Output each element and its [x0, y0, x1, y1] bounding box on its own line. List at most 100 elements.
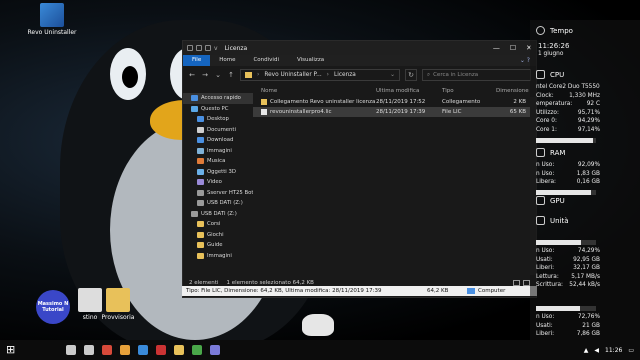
file-explorer-icon[interactable] — [174, 345, 184, 355]
star-icon — [191, 95, 198, 102]
maximize-button[interactable]: ☐ — [510, 44, 516, 52]
tab-view[interactable]: Visualizza — [288, 55, 333, 66]
column-type[interactable]: Tipo — [442, 88, 496, 94]
channel-badge: Massimo N Tutorial — [36, 290, 70, 324]
start-button[interactable]: ⊞ — [6, 344, 18, 355]
app-icon-6[interactable] — [210, 345, 220, 355]
breadcrumb-item[interactable]: Licenza — [334, 72, 356, 78]
stat-label: Core 0: — [536, 118, 557, 124]
file-row[interactable]: Collegamento Revo uninstaller licenza 28/… — [253, 97, 536, 107]
notifications-icon[interactable]: ▭ — [628, 347, 634, 354]
shortcut-icon — [261, 99, 267, 105]
folder-icon — [197, 231, 204, 238]
stat-row: n Uso: 74,29% — [536, 248, 600, 254]
network-icon[interactable]: ▲ — [584, 347, 589, 354]
nav-item[interactable]: Sserver HT25 Bot — [183, 188, 253, 199]
column-size[interactable]: Dimensione — [496, 88, 529, 94]
title-bar[interactable]: v Licenza — ☐ ✕ — [183, 41, 536, 55]
file-type: File LIC — [442, 109, 462, 115]
nav-item[interactable]: USB DATI (Z:) — [183, 198, 253, 209]
nav-item-label: Download — [207, 137, 234, 144]
nav-item[interactable]: Immagini — [183, 146, 253, 157]
volume-icon[interactable]: ◀ — [594, 347, 599, 354]
nav-item[interactable]: Video — [183, 177, 253, 188]
file-row[interactable]: revouninstallerpro4.lic 28/11/2019 17:39 F… — [253, 107, 536, 117]
quick-access-toolbar-dropdown[interactable]: v — [214, 45, 218, 52]
stat-row: Clock: 1,330 MHz — [536, 93, 600, 99]
stat-label: Liberi: — [536, 265, 555, 271]
nav-item-label: Musica — [207, 158, 226, 165]
nav-item[interactable]: Download — [183, 135, 253, 146]
search-icon[interactable] — [66, 345, 76, 355]
stat-value: 92 C — [586, 101, 600, 107]
nav-item[interactable]: Guide — [183, 240, 253, 251]
nav-item-label: USB DATI (Z:) — [207, 200, 243, 207]
nav-item[interactable]: Musica — [183, 156, 253, 167]
stat-label: Utilizzo: — [536, 109, 559, 116]
column-name[interactable]: Nome — [261, 88, 376, 94]
nav-item-label: Questo PC — [201, 105, 229, 112]
back-button[interactable]: ← — [188, 71, 196, 79]
recent-locations-button[interactable]: ⌄ — [214, 71, 222, 79]
date-value: 1 giugno — [538, 51, 564, 57]
tab-file[interactable]: File — [183, 55, 211, 66]
properties-icon[interactable] — [196, 45, 202, 51]
stat-value: 97,14% — [577, 126, 600, 133]
desktop-icon-revo[interactable]: Revo Uninstaller — [24, 3, 80, 37]
forward-button[interactable]: → — [201, 71, 209, 79]
app-icon-5[interactable] — [192, 345, 202, 355]
app-icon-2[interactable] — [120, 345, 130, 355]
nav-item[interactable]: Oggetti 3D — [183, 167, 253, 178]
search-input[interactable]: ⌕ Cerca in Licenza — [422, 69, 531, 81]
stat-value: 0,16 GB — [576, 179, 600, 185]
nav-item[interactable]: Documenti — [183, 125, 253, 136]
navigation-pane[interactable]: Accesso rapido Questo PC Desktop Documenti D… — [183, 85, 253, 275]
ram-icon — [536, 148, 545, 157]
nav-item[interactable]: Questo PC — [183, 104, 253, 115]
minimize-button[interactable]: — — [493, 44, 500, 52]
file-explorer-window[interactable]: v Licenza — ☐ ✕ File Home Condividi Visu… — [182, 40, 537, 298]
music-icon — [197, 158, 204, 165]
refresh-button[interactable]: ↻ — [405, 69, 417, 81]
pictures-icon — [197, 147, 204, 154]
documents-icon — [197, 126, 204, 133]
usage-bar — [536, 138, 596, 143]
nav-item[interactable]: Immagini — [183, 251, 253, 262]
stat-row: Scrittura: 52,44 kB/s — [536, 282, 600, 288]
nav-item[interactable]: USB DATI (Z:) — [183, 209, 253, 220]
nav-item[interactable]: Accesso rapido — [183, 93, 253, 104]
address-bar[interactable]: › Revo Uninstaller P... › Licenza ⌄ — [240, 69, 400, 81]
usage-bar — [536, 240, 596, 245]
breadcrumb-item[interactable]: Revo Uninstaller P... — [264, 72, 321, 78]
address-dropdown-icon[interactable]: ⌄ — [390, 72, 395, 78]
nav-item[interactable]: Giochi — [183, 230, 253, 241]
app-icon-3[interactable] — [138, 345, 148, 355]
column-date[interactable]: Ultima modifica — [376, 88, 442, 94]
stat-label: n Uso: — [536, 248, 555, 254]
nav-item[interactable]: Corsi — [183, 219, 253, 230]
app-icon-4[interactable] — [156, 345, 166, 355]
disk-title: Unità — [550, 216, 569, 225]
stat-row: Liberi: 32,17 GB — [536, 265, 600, 271]
tab-home[interactable]: Home — [210, 55, 244, 66]
desktop-icon-provvisoria[interactable]: Provvisoria — [90, 288, 146, 322]
app-icon-1[interactable] — [102, 345, 112, 355]
cpu-icon — [536, 70, 545, 79]
details-info-bar: Tipo: File LIC, Dimensione: 64,2 KB, Ult… — [182, 286, 537, 296]
file-name: revouninstallerpro4.lic — [270, 109, 332, 115]
cat-logo — [302, 314, 334, 336]
stat-label: Usati: — [536, 256, 553, 263]
usage-bar — [536, 306, 596, 311]
file-list[interactable]: Nome Ultima modifica Tipo Dimensione Col… — [253, 85, 536, 275]
up-button[interactable]: ↑ — [227, 71, 235, 79]
file-size: 65 KB — [509, 109, 526, 115]
taskbar-clock[interactable]: 11:26 — [605, 347, 622, 354]
column-headers: Nome Ultima modifica Tipo Dimensione — [253, 85, 536, 97]
file-size: 2 KB — [513, 99, 526, 105]
stat-label: Liberi: — [536, 331, 555, 337]
new-folder-icon[interactable] — [205, 45, 211, 51]
nav-item[interactable]: Desktop — [183, 114, 253, 125]
tab-share[interactable]: Condividi — [244, 55, 288, 66]
task-view-icon[interactable] — [84, 345, 94, 355]
objects-3d-icon — [197, 168, 204, 175]
